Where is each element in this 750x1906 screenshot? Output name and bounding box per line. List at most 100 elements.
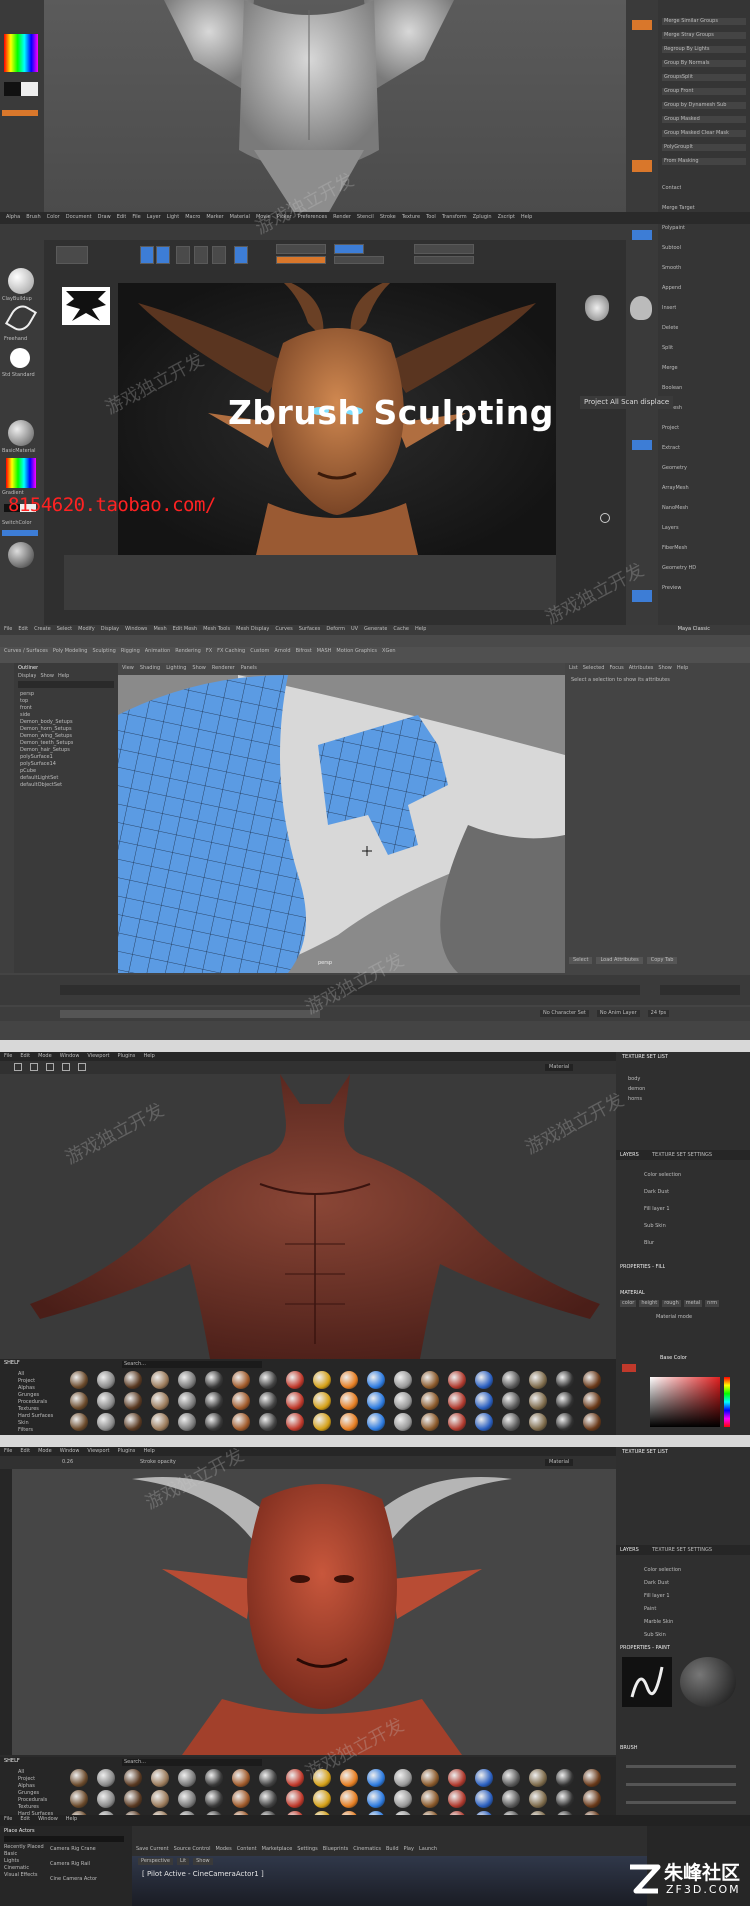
shelf-tab[interactable]: Custom: [250, 648, 269, 655]
menu-item[interactable]: Tool: [426, 214, 436, 221]
menu-item[interactable]: Picker: [277, 214, 292, 221]
polyf-button[interactable]: [632, 230, 652, 240]
menu-item[interactable]: Document: [66, 214, 92, 221]
material-swatch[interactable]: [529, 1371, 547, 1389]
material-swatch[interactable]: [97, 1413, 115, 1431]
base-color-swatch[interactable]: [622, 1364, 636, 1372]
shelf-category[interactable]: Filters: [18, 1427, 53, 1434]
material-swatch[interactable]: [124, 1769, 142, 1787]
tool-subpalette-label[interactable]: Extract: [662, 445, 680, 452]
shelf-category[interactable]: Project: [18, 1378, 53, 1385]
texture-set-item[interactable]: horns: [628, 1096, 645, 1103]
material-swatch[interactable]: [124, 1790, 142, 1808]
shelf-search-input[interactable]: Search...: [122, 1361, 262, 1368]
polygroup-button[interactable]: PolyGroupIt: [662, 144, 746, 151]
menu-item[interactable]: Help: [66, 1816, 77, 1823]
menu-item[interactable]: Draw: [98, 214, 111, 221]
brush-size-slider[interactable]: [626, 1765, 736, 1768]
viewport-menu-item[interactable]: Show: [192, 665, 206, 672]
rotate-gizmo-icon[interactable]: [600, 513, 610, 523]
material-channel-button[interactable]: nrm: [705, 1300, 720, 1307]
alternate-button[interactable]: [2, 530, 38, 536]
material-swatch[interactable]: [205, 1769, 223, 1787]
menu-item[interactable]: Window: [38, 1816, 58, 1823]
perspective-button[interactable]: Perspective: [138, 1858, 173, 1865]
toolbar-button[interactable]: Marketplace: [262, 1828, 293, 1853]
menu-item[interactable]: Help: [521, 214, 532, 221]
material-swatch[interactable]: [70, 1371, 88, 1389]
shelf-category[interactable]: Procedurals: [18, 1797, 53, 1804]
menu-item[interactable]: Modify: [78, 626, 95, 633]
material-swatch[interactable]: [583, 1790, 601, 1808]
menu-item[interactable]: Edit: [117, 214, 127, 221]
menu-item[interactable]: Brush: [26, 214, 40, 221]
shelf-category[interactable]: Skin: [18, 1420, 53, 1427]
shelf-tab[interactable]: Sculpting: [92, 648, 115, 655]
menu-item[interactable]: UV: [351, 626, 358, 633]
material-swatch[interactable]: [529, 1413, 547, 1431]
viewport-mode-dropdown[interactable]: Material: [545, 1459, 574, 1466]
material-swatch[interactable]: [259, 1392, 277, 1410]
menu-item[interactable]: Preferences: [298, 214, 327, 221]
actor-category[interactable]: Lights: [4, 1858, 44, 1865]
menu-item[interactable]: Edit: [20, 1448, 30, 1455]
material-swatch[interactable]: [232, 1371, 250, 1389]
freehand-stroke-icon[interactable]: [4, 301, 38, 335]
toolbar-button[interactable]: Launch: [419, 1828, 437, 1853]
menu-item[interactable]: Zplugin: [473, 214, 492, 221]
shelf-tab[interactable]: FX: [206, 648, 212, 655]
shelf-tab[interactable]: Motion Graphics: [336, 648, 377, 655]
material-swatch[interactable]: [232, 1790, 250, 1808]
material-swatch[interactable]: [448, 1413, 466, 1431]
menu-item[interactable]: Create: [34, 626, 51, 633]
material-preview-ball[interactable]: [680, 1657, 736, 1707]
material-swatch[interactable]: [340, 1371, 358, 1389]
material-swatch[interactable]: [205, 1392, 223, 1410]
material-swatch[interactable]: [259, 1413, 277, 1431]
shelf-category[interactable]: Alphas: [18, 1783, 53, 1790]
transp-button[interactable]: [632, 590, 652, 602]
rgb-slider[interactable]: [276, 244, 326, 254]
layer-item[interactable]: Sub Skin: [620, 1223, 681, 1230]
zbrush-top-viewport[interactable]: [44, 0, 626, 212]
material-swatch[interactable]: [97, 1371, 115, 1389]
actor-list-item[interactable]: Camera Rig Rail: [50, 1861, 97, 1868]
toolbar-button[interactable]: Play: [404, 1828, 414, 1853]
shelf-tab[interactable]: Animation: [145, 648, 171, 655]
material-swatch[interactable]: [502, 1413, 520, 1431]
shelf-category[interactable]: Alphas: [18, 1385, 53, 1392]
tool-subpalette-label[interactable]: Insert: [662, 305, 676, 312]
menu-item[interactable]: Display: [101, 626, 119, 633]
material-swatch[interactable]: [367, 1769, 385, 1787]
attr-button[interactable]: Load Attributes: [596, 957, 643, 964]
menu-item[interactable]: File: [132, 214, 140, 221]
material-swatch[interactable]: [529, 1769, 547, 1787]
shelf-category[interactable]: Textures: [18, 1406, 53, 1413]
outliner-menu-item[interactable]: Display: [18, 673, 36, 680]
outliner-item[interactable]: defaultObjectSet: [20, 782, 73, 789]
tool-subpalette-label[interactable]: Delete: [662, 325, 678, 332]
outliner-menu-item[interactable]: Help: [58, 673, 69, 680]
outliner-item[interactable]: side: [20, 712, 73, 719]
outliner-item[interactable]: Demon_hair_Setups: [20, 747, 73, 754]
layer-item[interactable]: Fill layer 1: [620, 1206, 681, 1213]
material-swatch[interactable]: [475, 1790, 493, 1808]
shelf-category[interactable]: Procedurals: [18, 1399, 53, 1406]
material-swatch[interactable]: [97, 1790, 115, 1808]
range-label[interactable]: No Anim Layer: [596, 1010, 640, 1017]
material-swatch[interactable]: [124, 1413, 142, 1431]
shelf-tab[interactable]: FX Caching: [217, 648, 245, 655]
shelf-tab[interactable]: MASH: [317, 648, 332, 655]
actor-category[interactable]: Basic: [4, 1851, 44, 1858]
material-swatch[interactable]: [313, 1769, 331, 1787]
menu-item[interactable]: Material: [230, 214, 250, 221]
tool-subpalette-label[interactable]: NanoMesh: [662, 505, 688, 512]
material-swatch[interactable]: [556, 1769, 574, 1787]
material-swatch[interactable]: [367, 1392, 385, 1410]
toolbar-button[interactable]: Build: [386, 1828, 399, 1853]
material-swatch[interactable]: [178, 1371, 196, 1389]
attr-menu-item[interactable]: Show: [658, 665, 672, 672]
outliner-item[interactable]: Demon_horn_Setups: [20, 726, 73, 733]
polygroup-button[interactable]: Group Masked Clear Mask: [662, 130, 746, 137]
menu-item[interactable]: Edit: [20, 1816, 30, 1823]
